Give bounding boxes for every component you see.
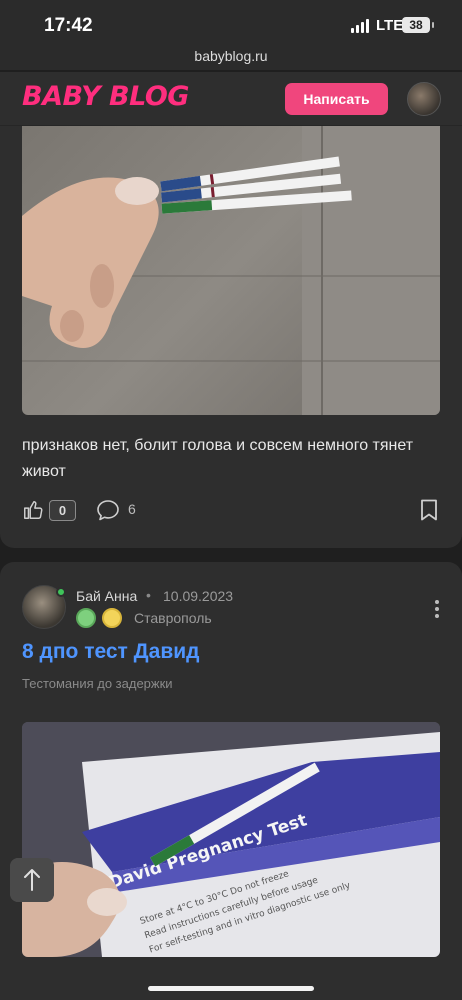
battery-indicator: 38	[402, 17, 434, 33]
signal-icon	[351, 19, 371, 33]
author-city: Ставрополь	[134, 610, 212, 626]
post-title[interactable]: 8 дпо тест Давид	[22, 640, 199, 664]
arrow-up-icon[interactable]	[10, 858, 54, 902]
clock-badge-icon	[76, 608, 96, 628]
moon-badge-icon	[102, 608, 122, 628]
write-button[interactable]: Написать	[285, 83, 388, 115]
status-bar: 17:42 LTE 38	[0, 0, 462, 48]
network-type: LTE	[376, 17, 404, 34]
bookmark-icon[interactable]	[420, 499, 438, 521]
meta-separator: •	[146, 587, 151, 603]
comment-count[interactable]: 6	[128, 501, 136, 517]
browser-url[interactable]: babyblog.ru	[0, 48, 462, 70]
pregnancy-test-package-photo: David Pregnancy Test Store at 4°C to 30°…	[22, 722, 440, 957]
author-name[interactable]: Бай Анна	[76, 588, 137, 604]
like-count[interactable]: 0	[49, 500, 76, 521]
post-text: признаков нет, болит голова и совсем нем…	[22, 437, 414, 480]
online-status-icon	[56, 587, 66, 597]
comment-icon[interactable]	[96, 499, 120, 521]
user-avatar[interactable]	[407, 82, 441, 116]
site-logo[interactable]: BABY BLOG	[22, 81, 189, 112]
post-photo[interactable]: David Pregnancy Test Store at 4°C to 30°…	[22, 722, 440, 957]
like-icon[interactable]	[22, 499, 44, 521]
status-time: 17:42	[44, 15, 93, 36]
site-header: BABY BLOG	[0, 72, 462, 126]
more-icon[interactable]	[434, 600, 440, 618]
post-date: 10.09.2023	[163, 588, 234, 604]
pregnancy-tests-photo	[22, 126, 440, 415]
home-indicator[interactable]	[148, 986, 314, 991]
post-category[interactable]: Тестомания до задержки	[22, 676, 173, 691]
post-photo[interactable]	[22, 126, 440, 415]
